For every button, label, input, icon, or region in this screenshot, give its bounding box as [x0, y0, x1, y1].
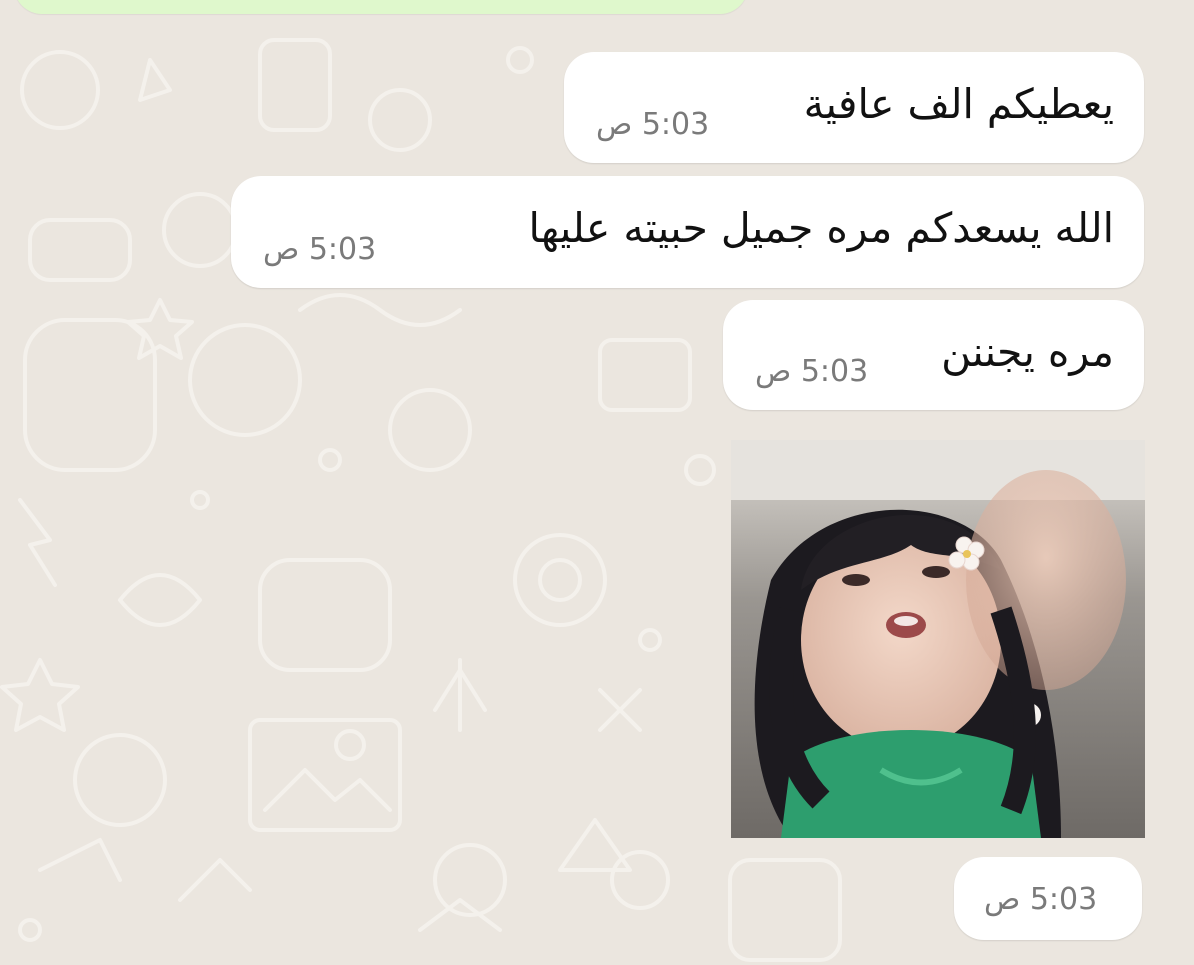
previous-outgoing-bubble[interactable] — [14, 0, 748, 14]
message-bubble[interactable]: يعطيكم الف عافية 5:03 ص — [564, 52, 1144, 163]
message-timestamp: 5:03 ص — [596, 107, 710, 142]
message-text: مره يجننن — [941, 328, 1114, 376]
message-text: الله يسعدكم مره جميل حبيته عليها — [528, 204, 1114, 252]
message-timestamp: 5:03 ص — [263, 232, 377, 267]
message-timestamp: 5:03 ص — [984, 882, 1098, 917]
message-bubble[interactable]: الله يسعدكم مره جميل حبيته عليها 5:03 ص — [231, 176, 1144, 288]
message-timestamp: 5:03 ص — [755, 354, 869, 389]
message-text: يعطيكم الف عافية — [803, 80, 1114, 128]
message-bubble[interactable]: مره يجننن 5:03 ص — [723, 300, 1144, 410]
media-timestamp-bubble[interactable]: 5:03 ص — [954, 857, 1142, 940]
sticker-image[interactable] — [731, 440, 1145, 838]
